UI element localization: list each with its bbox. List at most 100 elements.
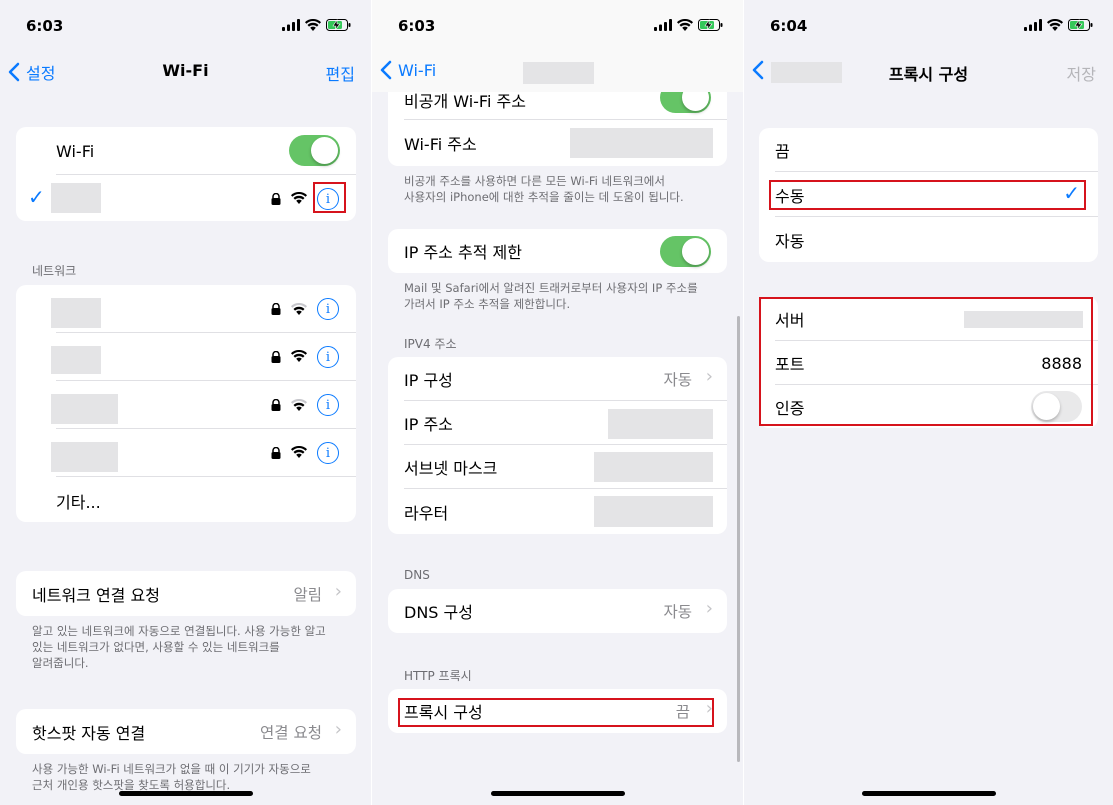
ipv4-card: IP 구성 자동 › IP 주소 서브넷 마스크 라우터	[388, 357, 727, 534]
scrollbar[interactable]	[737, 316, 740, 762]
battery-charging-icon	[326, 19, 351, 31]
option-off-row[interactable]: 끔	[759, 128, 1098, 172]
wifi-signal-icon	[291, 192, 307, 204]
connected-network-row[interactable]: ✓ i	[16, 175, 356, 221]
redacted-network-name	[51, 183, 101, 213]
status-bar: 6:04	[744, 0, 1113, 50]
configure-ip-row[interactable]: IP 구성 자동 ›	[388, 357, 727, 401]
page-title: Wi-Fi	[162, 61, 209, 80]
wifi-toggle[interactable]	[289, 135, 340, 166]
ask-join-footer: 알고 있는 네트워크에 자동으로 연결됩니다. 사용 가능한 알고 있는 네트워…	[32, 624, 326, 670]
wifi-card: Wi-Fi ✓ i	[16, 127, 356, 221]
limit-ip-footer: Mail 및 Safari에서 알려진 트래커로부터 사용자의 IP 주소를 가…	[404, 281, 698, 311]
wifi-signal-icon	[291, 446, 307, 458]
network-row[interactable]: i	[16, 285, 356, 333]
redacted-subnet	[594, 452, 713, 482]
redacted-title	[523, 62, 594, 84]
nav-bar: Wi-Fi	[372, 50, 743, 92]
status-icons	[654, 19, 723, 31]
subnet-row: 서브넷 마스크	[388, 445, 727, 489]
router-label: 라우터	[404, 503, 449, 523]
back-button[interactable]: Wi-Fi	[380, 60, 436, 80]
home-indicator	[118, 791, 253, 796]
redacted-network-name	[51, 394, 118, 424]
highlight-box	[398, 698, 714, 727]
network-row[interactable]: i	[16, 429, 356, 477]
limit-ip-row: IP 주소 추적 제한	[388, 229, 727, 273]
wifi-signal-icon	[291, 350, 307, 362]
option-off-label: 끔	[775, 142, 790, 161]
dns-header: DNS	[404, 568, 430, 582]
info-icon[interactable]: i	[317, 442, 339, 464]
redacted-ip-address	[608, 409, 713, 439]
wifi-signal-icon	[291, 399, 307, 411]
highlight-box	[313, 182, 346, 213]
configure-dns-row[interactable]: DNS 구성 자동 ›	[388, 589, 727, 633]
other-label: 기타...	[56, 493, 101, 512]
limit-ip-card: IP 주소 추적 제한	[388, 229, 727, 273]
other-network-row[interactable]: 기타...	[16, 477, 356, 522]
limit-ip-toggle[interactable]	[660, 236, 711, 267]
hotspot-footer: 사용 가능한 Wi-Fi 네트워크가 없을 때 이 기기가 자동으로 근처 개인…	[32, 762, 311, 792]
wifi-label: Wi-Fi	[56, 141, 95, 161]
lock-icon	[271, 193, 281, 205]
subnet-label: 서브넷 마스크	[404, 459, 498, 478]
lock-icon	[271, 447, 281, 459]
configure-ip-value: 자동	[663, 371, 692, 389]
configure-dns-label: DNS 구성	[404, 603, 473, 622]
chevron-right-icon: ›	[334, 581, 342, 602]
status-bar: 6:03	[0, 0, 371, 50]
ask-join-value: 알림	[293, 585, 322, 604]
lock-icon	[271, 303, 281, 315]
ask-join-card: 네트워크 연결 요청 알림 ›	[16, 571, 356, 616]
cellular-signal-icon	[282, 19, 300, 31]
wifi-address-label: Wi-Fi 주소	[404, 135, 477, 154]
wifi-toggle-row: Wi-Fi	[16, 127, 356, 175]
status-time: 6:03	[398, 17, 436, 35]
status-time: 6:04	[770, 17, 808, 35]
info-icon[interactable]: i	[317, 298, 339, 320]
hotspot-label: 핫스팟 자동 연결	[32, 723, 146, 743]
cellular-signal-icon	[654, 19, 672, 31]
wifi-settings-screen: 6:03 설정 Wi-Fi 편집 Wi-Fi ✓ i 네트워크 i i i i …	[0, 0, 371, 805]
redacted-wifi-address	[570, 128, 713, 158]
highlight-box	[769, 180, 1086, 210]
configure-ip-label: IP 구성	[404, 371, 453, 390]
chevron-right-icon: ›	[705, 598, 713, 619]
lock-icon	[271, 351, 281, 363]
redacted-network-name	[51, 298, 101, 328]
save-button[interactable]: 저장	[1067, 61, 1096, 85]
chevron-left-icon	[380, 60, 392, 80]
limit-ip-label: IP 주소 추적 제한	[404, 243, 522, 262]
ask-join-row[interactable]: 네트워크 연결 요청 알림 ›	[16, 571, 356, 616]
network-detail-screen: 6:03 비공개 Wi-Fi 주소 Wi-Fi 주소 Wi-Fi 비공개 주소를…	[372, 0, 743, 805]
chevron-right-icon: ›	[334, 719, 342, 740]
wifi-status-icon	[677, 19, 693, 31]
status-icons	[282, 19, 351, 31]
battery-charging-icon	[698, 19, 723, 31]
dns-card: DNS 구성 자동 ›	[388, 589, 727, 633]
info-icon[interactable]: i	[317, 346, 339, 368]
private-address-footer: 비공개 주소를 사용하면 다른 모든 Wi-Fi 네트워크에서 사용자의 iPh…	[404, 174, 684, 204]
hotspot-card: 핫스팟 자동 연결 연결 요청 ›	[16, 709, 356, 754]
lock-icon	[271, 399, 281, 411]
status-time: 6:03	[26, 17, 64, 35]
hotspot-row[interactable]: 핫스팟 자동 연결 연결 요청 ›	[16, 709, 356, 754]
battery-charging-icon	[1068, 19, 1093, 31]
back-label: Wi-Fi	[398, 60, 437, 80]
checkmark-icon: ✓	[28, 185, 45, 209]
edit-button[interactable]: 편집	[326, 61, 355, 85]
wifi-address-row: Wi-Fi 주소	[388, 120, 727, 166]
configure-dns-value: 자동	[663, 603, 692, 621]
network-row[interactable]: i	[16, 333, 356, 381]
page-title: 프록시 구성	[888, 65, 969, 84]
http-proxy-header: HTTP 프록시	[404, 669, 472, 683]
option-auto-row[interactable]: 자동	[759, 217, 1098, 262]
redacted-network-name	[51, 442, 118, 472]
nav-bar: 설정 Wi-Fi 편집	[0, 50, 371, 94]
ipv4-header: IPV4 주소	[404, 337, 457, 351]
ask-join-label: 네트워크 연결 요청	[32, 585, 160, 605]
info-icon[interactable]: i	[317, 394, 339, 416]
wifi-signal-icon	[291, 303, 307, 315]
network-row[interactable]: i	[16, 381, 356, 429]
